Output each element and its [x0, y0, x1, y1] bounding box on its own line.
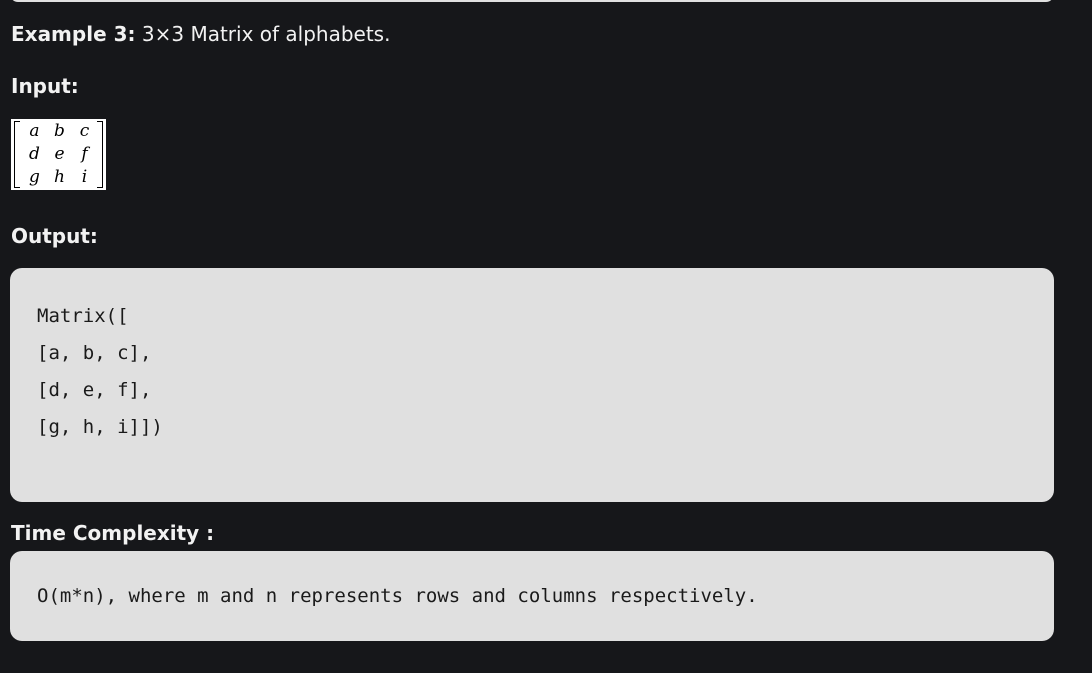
- output-code-block: Matrix([ [a, b, c], [d, e, f], [g, h, i]…: [10, 268, 1054, 502]
- input-matrix: a b c d e f g h i: [11, 119, 106, 190]
- matrix-cell: c: [79, 121, 90, 141]
- previous-code-block: [10, 0, 1054, 2]
- matrix-cell: b: [54, 121, 65, 141]
- complexity-label: Time Complexity :: [11, 521, 215, 545]
- complexity-text: O(m*n), where m and n represents rows an…: [37, 585, 758, 607]
- matrix-cell: i: [81, 167, 88, 187]
- matrix-cell: h: [54, 167, 65, 187]
- complexity-heading: Time Complexity :: [11, 520, 214, 546]
- output-heading: Output:: [11, 223, 98, 249]
- matrix-cell: d: [29, 144, 40, 164]
- example-description: 3×3 Matrix of alphabets.: [135, 22, 391, 46]
- code-line: [g, h, i]]): [37, 416, 163, 438]
- output-label: Output:: [11, 224, 98, 248]
- input-label: Input:: [11, 74, 79, 98]
- matrix-right-bracket: [97, 121, 103, 188]
- complexity-code-block: O(m*n), where m and n represents rows an…: [10, 551, 1054, 641]
- matrix-cell: g: [29, 167, 40, 187]
- matrix-cell: e: [54, 144, 65, 164]
- matrix-cell: a: [29, 121, 40, 141]
- input-heading: Input:: [11, 73, 79, 99]
- code-line: Matrix([: [37, 305, 129, 327]
- example-heading: Example 3: 3×3 Matrix of alphabets.: [11, 21, 390, 47]
- matrix-cells: a b c d e f g h i: [22, 120, 97, 189]
- code-line: [a, b, c],: [37, 342, 152, 364]
- example-label: Example 3:: [11, 22, 136, 46]
- matrix-left-bracket: [14, 121, 20, 188]
- code-line: [d, e, f],: [37, 379, 152, 401]
- matrix-cell: f: [81, 144, 88, 164]
